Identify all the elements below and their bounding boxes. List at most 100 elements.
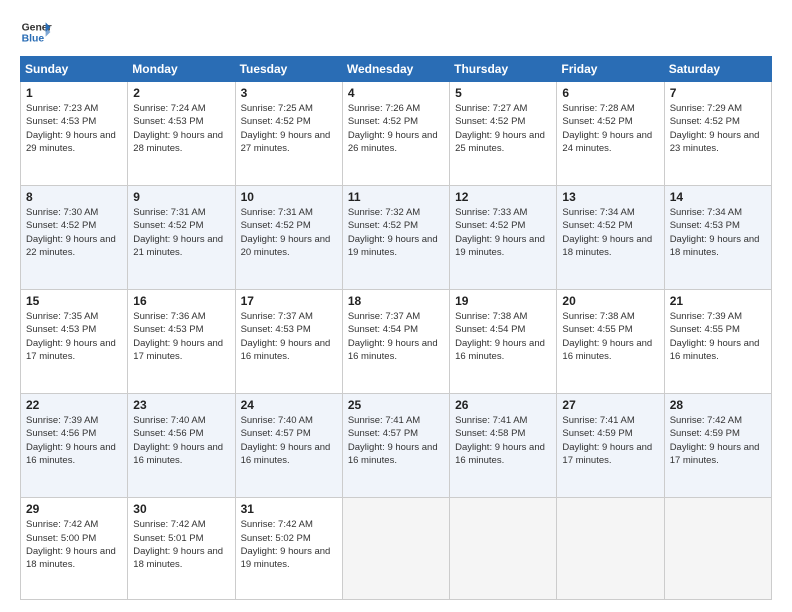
- calendar-cell: 28 Sunrise: 7:42 AMSunset: 4:59 PMDayligh…: [664, 394, 771, 498]
- day-info: Sunrise: 7:26 AMSunset: 4:52 PMDaylight:…: [348, 102, 444, 155]
- day-info: Sunrise: 7:35 AMSunset: 4:53 PMDaylight:…: [26, 310, 122, 363]
- day-number: 25: [348, 398, 444, 412]
- calendar-cell: 22Sunrise: 7:39 AMSunset: 4:56 PMDayligh…: [21, 394, 128, 498]
- day-number: 28: [670, 398, 766, 412]
- calendar-cell: 4 Sunrise: 7:26 AMSunset: 4:52 PMDaylight…: [342, 82, 449, 186]
- day-info: Sunrise: 7:42 AMSunset: 5:00 PMDaylight:…: [26, 518, 122, 571]
- day-info: Sunrise: 7:33 AMSunset: 4:52 PMDaylight:…: [455, 206, 551, 259]
- day-number: 17: [241, 294, 337, 308]
- day-number: 4: [348, 86, 444, 100]
- day-number: 14: [670, 190, 766, 204]
- calendar-week-row: 22Sunrise: 7:39 AMSunset: 4:56 PMDayligh…: [21, 394, 772, 498]
- calendar-table: SundayMondayTuesdayWednesdayThursdayFrid…: [20, 56, 772, 600]
- day-number: 18: [348, 294, 444, 308]
- calendar-cell: 9 Sunrise: 7:31 AMSunset: 4:52 PMDaylight…: [128, 186, 235, 290]
- calendar-cell: 14Sunrise: 7:34 AMSunset: 4:53 PMDayligh…: [664, 186, 771, 290]
- calendar-cell: 23 Sunrise: 7:40 AMSunset: 4:56 PMDayligh…: [128, 394, 235, 498]
- day-number: 27: [562, 398, 658, 412]
- day-info: Sunrise: 7:38 AMSunset: 4:54 PMDaylight:…: [455, 310, 551, 363]
- day-number: 26: [455, 398, 551, 412]
- calendar-cell: 16 Sunrise: 7:36 AMSunset: 4:53 PMDayligh…: [128, 290, 235, 394]
- day-info: Sunrise: 7:25 AMSunset: 4:52 PMDaylight:…: [241, 102, 337, 155]
- calendar-cell: 24Sunrise: 7:40 AMSunset: 4:57 PMDayligh…: [235, 394, 342, 498]
- day-number: 29: [26, 502, 122, 516]
- day-info: Sunrise: 7:30 AMSunset: 4:52 PMDaylight:…: [26, 206, 122, 259]
- calendar-cell: 2 Sunrise: 7:24 AMSunset: 4:53 PMDaylight…: [128, 82, 235, 186]
- weekday-header-cell: Friday: [557, 57, 664, 82]
- weekday-header-cell: Monday: [128, 57, 235, 82]
- day-number: 5: [455, 86, 551, 100]
- day-info: Sunrise: 7:31 AMSunset: 4:52 PMDaylight:…: [133, 206, 229, 259]
- day-number: 19: [455, 294, 551, 308]
- weekday-header-cell: Saturday: [664, 57, 771, 82]
- day-number: 22: [26, 398, 122, 412]
- weekday-header-cell: Tuesday: [235, 57, 342, 82]
- calendar-cell: 26 Sunrise: 7:41 AMSunset: 4:58 PMDayligh…: [450, 394, 557, 498]
- day-info: Sunrise: 7:32 AMSunset: 4:52 PMDaylight:…: [348, 206, 444, 259]
- calendar-cell: 7Sunrise: 7:29 AMSunset: 4:52 PMDaylight…: [664, 82, 771, 186]
- day-number: 11: [348, 190, 444, 204]
- calendar-cell: 21Sunrise: 7:39 AMSunset: 4:55 PMDayligh…: [664, 290, 771, 394]
- day-number: 20: [562, 294, 658, 308]
- day-info: Sunrise: 7:41 AMSunset: 4:58 PMDaylight:…: [455, 414, 551, 467]
- calendar-cell: 31Sunrise: 7:42 AMSunset: 5:02 PMDayligh…: [235, 498, 342, 600]
- calendar-cell: 12 Sunrise: 7:33 AMSunset: 4:52 PMDayligh…: [450, 186, 557, 290]
- day-number: 15: [26, 294, 122, 308]
- day-info: Sunrise: 7:38 AMSunset: 4:55 PMDaylight:…: [562, 310, 658, 363]
- calendar-cell: 29 Sunrise: 7:42 AMSunset: 5:00 PMDayligh…: [21, 498, 128, 600]
- calendar-cell: 8 Sunrise: 7:30 AMSunset: 4:52 PMDaylight…: [21, 186, 128, 290]
- calendar-body: 1Sunrise: 7:23 AMSunset: 4:53 PMDaylight…: [21, 82, 772, 600]
- weekday-header-cell: Sunday: [21, 57, 128, 82]
- calendar-cell: [450, 498, 557, 600]
- day-number: 7: [670, 86, 766, 100]
- calendar-week-row: 15 Sunrise: 7:35 AMSunset: 4:53 PMDayligh…: [21, 290, 772, 394]
- day-info: Sunrise: 7:37 AMSunset: 4:53 PMDaylight:…: [241, 310, 337, 363]
- calendar-cell: 27 Sunrise: 7:41 AMSunset: 4:59 PMDayligh…: [557, 394, 664, 498]
- day-info: Sunrise: 7:41 AMSunset: 4:59 PMDaylight:…: [562, 414, 658, 467]
- day-info: Sunrise: 7:23 AMSunset: 4:53 PMDaylight:…: [26, 102, 122, 155]
- day-number: 2: [133, 86, 229, 100]
- weekday-header-row: SundayMondayTuesdayWednesdayThursdayFrid…: [21, 57, 772, 82]
- calendar-cell: 6Sunrise: 7:28 AMSunset: 4:52 PMDaylight…: [557, 82, 664, 186]
- svg-text:Blue: Blue: [22, 34, 45, 45]
- day-info: Sunrise: 7:36 AMSunset: 4:53 PMDaylight:…: [133, 310, 229, 363]
- calendar-cell: 17 Sunrise: 7:37 AMSunset: 4:53 PMDayligh…: [235, 290, 342, 394]
- day-number: 9: [133, 190, 229, 204]
- calendar-week-row: 8 Sunrise: 7:30 AMSunset: 4:52 PMDaylight…: [21, 186, 772, 290]
- calendar-cell: 3 Sunrise: 7:25 AMSunset: 4:52 PMDaylight…: [235, 82, 342, 186]
- day-info: Sunrise: 7:34 AMSunset: 4:52 PMDaylight:…: [562, 206, 658, 259]
- calendar-cell: 15 Sunrise: 7:35 AMSunset: 4:53 PMDayligh…: [21, 290, 128, 394]
- day-number: 10: [241, 190, 337, 204]
- calendar-cell: [557, 498, 664, 600]
- calendar-cell: 1Sunrise: 7:23 AMSunset: 4:53 PMDaylight…: [21, 82, 128, 186]
- day-number: 8: [26, 190, 122, 204]
- day-info: Sunrise: 7:27 AMSunset: 4:52 PMDaylight:…: [455, 102, 551, 155]
- calendar-cell: [342, 498, 449, 600]
- calendar-week-row: 1Sunrise: 7:23 AMSunset: 4:53 PMDaylight…: [21, 82, 772, 186]
- calendar-cell: 10 Sunrise: 7:31 AMSunset: 4:52 PMDayligh…: [235, 186, 342, 290]
- generalblue-logo-icon: General Blue: [20, 16, 52, 48]
- day-number: 21: [670, 294, 766, 308]
- calendar-cell: 13Sunrise: 7:34 AMSunset: 4:52 PMDayligh…: [557, 186, 664, 290]
- weekday-header-cell: Thursday: [450, 57, 557, 82]
- day-number: 3: [241, 86, 337, 100]
- day-number: 16: [133, 294, 229, 308]
- day-number: 23: [133, 398, 229, 412]
- day-info: Sunrise: 7:42 AMSunset: 5:02 PMDaylight:…: [241, 518, 337, 571]
- calendar-cell: 11 Sunrise: 7:32 AMSunset: 4:52 PMDayligh…: [342, 186, 449, 290]
- day-info: Sunrise: 7:31 AMSunset: 4:52 PMDaylight:…: [241, 206, 337, 259]
- page: General Blue SundayMondayTuesdayWednesda…: [0, 0, 792, 612]
- header: General Blue: [20, 16, 772, 48]
- day-number: 12: [455, 190, 551, 204]
- day-info: Sunrise: 7:40 AMSunset: 4:56 PMDaylight:…: [133, 414, 229, 467]
- day-info: Sunrise: 7:24 AMSunset: 4:53 PMDaylight:…: [133, 102, 229, 155]
- calendar-cell: 19 Sunrise: 7:38 AMSunset: 4:54 PMDayligh…: [450, 290, 557, 394]
- calendar-cell: 20 Sunrise: 7:38 AMSunset: 4:55 PMDayligh…: [557, 290, 664, 394]
- day-info: Sunrise: 7:41 AMSunset: 4:57 PMDaylight:…: [348, 414, 444, 467]
- calendar-cell: 18 Sunrise: 7:37 AMSunset: 4:54 PMDayligh…: [342, 290, 449, 394]
- day-number: 24: [241, 398, 337, 412]
- day-info: Sunrise: 7:37 AMSunset: 4:54 PMDaylight:…: [348, 310, 444, 363]
- day-info: Sunrise: 7:42 AMSunset: 4:59 PMDaylight:…: [670, 414, 766, 467]
- weekday-header-cell: Wednesday: [342, 57, 449, 82]
- day-info: Sunrise: 7:42 AMSunset: 5:01 PMDaylight:…: [133, 518, 229, 571]
